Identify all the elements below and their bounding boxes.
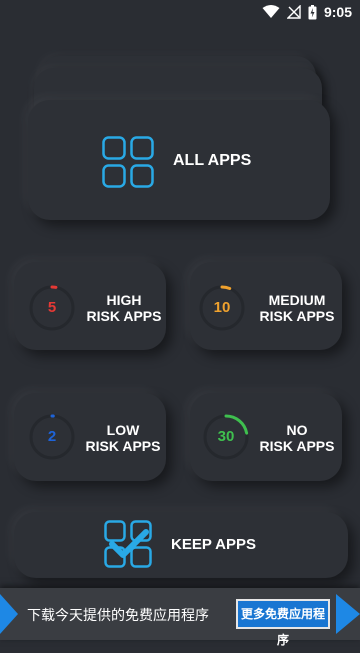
play-arrow-left-icon xyxy=(0,594,18,634)
no-risk-label-line1: NO xyxy=(286,422,308,438)
no-signal-icon xyxy=(286,5,301,19)
all-apps-card[interactable]: ALL APPS xyxy=(28,100,330,220)
keep-apps-label: KEEP APPS xyxy=(171,536,257,553)
status-time: 9:05 xyxy=(323,4,352,20)
no-risk-label: NO RISK APPS xyxy=(254,422,340,454)
high-risk-count: 5 xyxy=(47,299,57,316)
no-risk-count: 30 xyxy=(217,428,235,445)
high-risk-label-line1: HIGH xyxy=(106,292,142,308)
medium-risk-label: MEDIUM RISK APPS xyxy=(254,292,340,324)
medium-risk-card[interactable]: 10 MEDIUM RISK APPS xyxy=(190,262,342,350)
low-risk-count: 2 xyxy=(47,428,57,445)
all-apps-label: ALL APPS xyxy=(173,152,252,169)
high-risk-label: HIGH RISK APPS xyxy=(82,292,166,324)
medium-risk-label-line2: RISK APPS xyxy=(259,308,335,324)
battery-charging-icon xyxy=(308,4,317,19)
high-risk-label-line2: RISK APPS xyxy=(86,308,162,324)
high-risk-card[interactable]: 5 HIGH RISK APPS xyxy=(14,262,166,350)
keep-apps-card[interactable]: KEEP APPS xyxy=(14,512,348,578)
status-bar: 9:05 xyxy=(0,0,360,24)
low-risk-label-line1: LOW xyxy=(106,422,140,438)
app-grid-check-icon xyxy=(104,520,152,568)
no-risk-label-line2: RISK APPS xyxy=(259,438,335,454)
low-risk-label: LOW RISK APPS xyxy=(80,422,166,454)
ad-more-apps-button[interactable]: 更多免费应用程序 xyxy=(236,599,330,647)
ad-text: 下载今天提供的免费应用程序 xyxy=(27,607,209,623)
no-risk-card[interactable]: 30 NO RISK APPS xyxy=(190,393,342,481)
ad-banner[interactable]: 下载今天提供的免费应用程序 更多免费应用程序 xyxy=(0,588,360,647)
low-risk-card[interactable]: 2 LOW RISK APPS xyxy=(14,393,166,481)
medium-risk-count: 10 xyxy=(213,299,231,316)
app-grid-icon xyxy=(102,136,154,188)
low-risk-label-line2: RISK APPS xyxy=(85,438,161,454)
play-arrow-right-icon xyxy=(336,594,360,634)
wifi-icon xyxy=(262,5,280,18)
medium-risk-label-line1: MEDIUM xyxy=(268,292,326,308)
